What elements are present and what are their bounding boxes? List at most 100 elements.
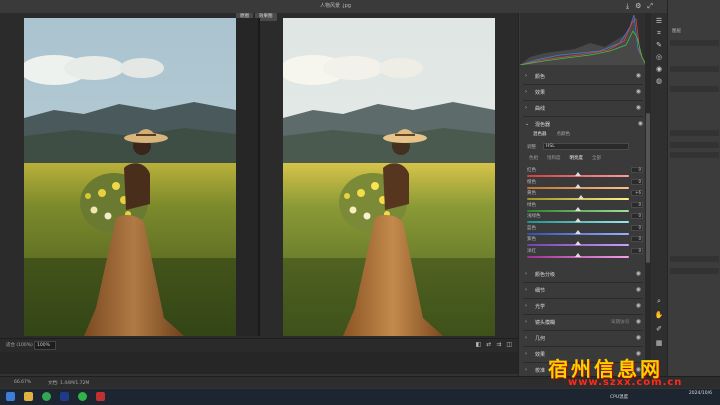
- section-1[interactable]: › 细节 ◉: [523, 283, 643, 299]
- redeye-icon[interactable]: ◉: [654, 65, 664, 73]
- app-icon[interactable]: [96, 392, 105, 401]
- section-label: 细节: [535, 288, 546, 294]
- slider-value[interactable]: 0: [631, 167, 643, 173]
- mode-point-color[interactable]: 点颜色: [557, 131, 571, 137]
- status-zoom: 66.67%: [14, 380, 32, 385]
- eye-icon[interactable]: ◉: [636, 302, 641, 309]
- eye-icon[interactable]: ◉: [636, 88, 641, 95]
- slider-row: 橙色 0: [527, 178, 643, 190]
- toggle-compare-icon[interactable]: ◫: [506, 341, 512, 348]
- section-0[interactable]: › 颜色分级 ◉: [523, 267, 643, 283]
- histogram: [519, 13, 647, 66]
- compare-divider[interactable]: [258, 18, 260, 336]
- slider-row: 绿色 0: [527, 201, 643, 213]
- save-icon[interactable]: ⤓: [626, 2, 629, 11]
- eye-icon[interactable]: ◉: [636, 72, 641, 79]
- explorer-icon[interactable]: [24, 392, 33, 401]
- slider-thumb[interactable]: [575, 183, 581, 188]
- eye-icon[interactable]: ◉: [636, 318, 641, 325]
- chevron-right-icon: ›: [525, 271, 527, 277]
- chevron-right-icon: ›: [525, 105, 527, 111]
- eye-icon[interactable]: ◉: [636, 334, 641, 341]
- grid-icon[interactable]: ▦: [654, 339, 664, 347]
- settings-icon[interactable]: ⚙: [635, 2, 641, 11]
- eye-icon[interactable]: ◉: [636, 286, 641, 293]
- early-access-badge: 早期访问: [611, 320, 629, 325]
- mixer-header[interactable]: ⌄ 混色器 ◉: [525, 119, 643, 129]
- slider-row: 黄色 +6: [527, 190, 643, 201]
- eye-icon[interactable]: ◉: [638, 120, 643, 127]
- ps-label: 图层: [672, 29, 681, 34]
- ps-row: [670, 66, 719, 72]
- slider-thumb[interactable]: [578, 195, 585, 199]
- slider-value[interactable]: 0: [631, 224, 643, 231]
- slider-thumb[interactable]: [575, 218, 581, 222]
- eye-icon[interactable]: ◉: [636, 104, 641, 111]
- section-3[interactable]: › 镜头模糊 早期访问 ◉: [523, 315, 643, 331]
- slider-thumb[interactable]: [575, 206, 581, 211]
- split-view-icon[interactable]: ◧: [476, 341, 482, 348]
- tool-strip: ☰ ⌗ ✎ ◎ ◉ ◍ ⌕ ✋ ✐ ▦: [651, 13, 667, 376]
- before-image: [24, 18, 236, 336]
- slider-label: 洋红: [527, 248, 536, 254]
- edit-icon[interactable]: ☰: [654, 17, 664, 25]
- status-doc: 文档: 1.44M/1.72M: [48, 381, 90, 386]
- edit-panel: › 颜色 ◉ › 效果 ◉ › 曲线 ◉ ⌄ 混色器 ◉ 混色器 点颜色 调整: [518, 13, 647, 379]
- section-2[interactable]: › 光学 ◉: [523, 299, 643, 315]
- tab-all[interactable]: 全部: [592, 155, 601, 161]
- tab-saturation[interactable]: 饱和度: [547, 155, 561, 161]
- wechat-icon[interactable]: [78, 392, 87, 401]
- section-4[interactable]: › 几何 ◉: [523, 331, 643, 347]
- slider-thumb[interactable]: [575, 172, 581, 176]
- mask-icon[interactable]: ◎: [654, 53, 664, 61]
- expand-icon[interactable]: ⤢: [647, 2, 653, 11]
- slider-value[interactable]: 0: [631, 236, 643, 242]
- section-curve[interactable]: › 曲线 ◉: [523, 101, 643, 117]
- presets-icon[interactable]: ◍: [654, 77, 664, 85]
- eyedropper-icon[interactable]: ✐: [654, 325, 664, 333]
- heal-icon[interactable]: ✎: [654, 41, 664, 49]
- swap-icon[interactable]: ⇄: [486, 341, 491, 348]
- ps-row: [670, 130, 719, 136]
- copy-settings-icon[interactable]: ⇉: [496, 341, 501, 348]
- adjust-select[interactable]: HSL: [543, 143, 629, 150]
- crop-icon[interactable]: ⌗: [654, 29, 664, 38]
- slider-row: 洋红 0: [527, 247, 643, 259]
- slider-value[interactable]: 0: [631, 247, 643, 254]
- tab-luminance[interactable]: 明亮度: [570, 155, 584, 161]
- view-tools: ◧ ⇄ ⇉ ◫: [476, 341, 512, 348]
- zoom-icon[interactable]: ⌕: [654, 297, 664, 306]
- chevron-right-icon: ›: [525, 319, 527, 325]
- site-watermark: 宿州信息网 www.szxx.com.cn: [548, 353, 698, 389]
- chevron-right-icon: ›: [525, 351, 527, 357]
- eye-icon[interactable]: ◉: [636, 270, 641, 277]
- hand-icon[interactable]: ✋: [654, 311, 664, 319]
- slider-label: 蓝色: [527, 225, 536, 231]
- slider-value[interactable]: 0: [631, 201, 643, 208]
- chrome-icon[interactable]: [42, 392, 51, 401]
- slider-value[interactable]: 0: [631, 213, 643, 219]
- start-icon[interactable]: [6, 392, 15, 401]
- zoom-label: 适合 (100%): [6, 343, 33, 348]
- slider-thumb[interactable]: [575, 252, 581, 257]
- chevron-right-icon: ›: [525, 335, 527, 341]
- chevron-right-icon: ›: [525, 303, 527, 309]
- mode-mixer[interactable]: 混色器: [533, 131, 547, 137]
- slider-thumb[interactable]: [575, 229, 581, 234]
- slider-thumb[interactable]: [575, 241, 581, 245]
- slider-row: 蓝色 0: [527, 224, 643, 236]
- section-effects[interactable]: › 效果 ◉: [523, 85, 643, 101]
- section-label: 颜色分级: [535, 272, 556, 278]
- scroll-thumb[interactable]: [646, 113, 650, 263]
- slider-label: 绿色: [527, 202, 536, 208]
- section-label: 效果: [535, 352, 546, 358]
- ps-row: [670, 268, 719, 274]
- section-color[interactable]: › 颜色 ◉: [523, 69, 643, 85]
- slider-value[interactable]: 0: [631, 178, 643, 185]
- zoom-select[interactable]: 100%: [34, 341, 56, 350]
- mixer-mode-tabs: 混色器 点颜色: [533, 131, 570, 137]
- photoshop-icon[interactable]: [60, 392, 69, 401]
- chevron-down-icon: ⌄: [525, 121, 530, 127]
- tab-hue[interactable]: 色相: [529, 155, 538, 161]
- slider-value[interactable]: +6: [631, 190, 643, 196]
